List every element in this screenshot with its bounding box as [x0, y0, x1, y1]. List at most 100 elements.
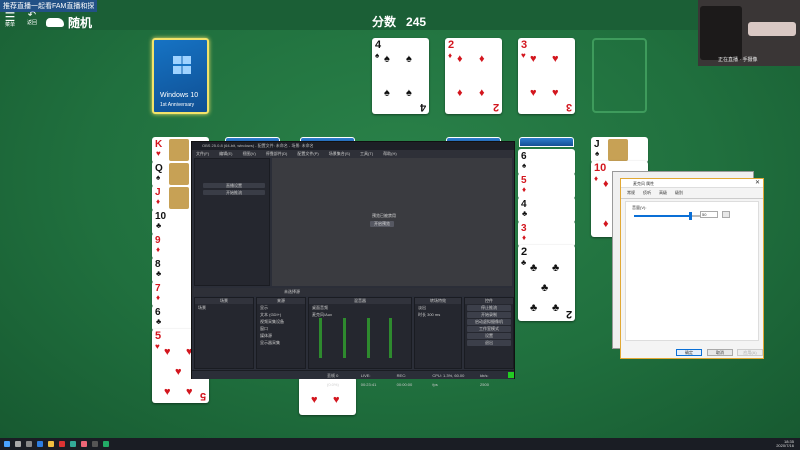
obs-dock-item[interactable]: 时长 300 ms: [415, 311, 461, 318]
obs-dock-item[interactable]: 窗口: [257, 325, 305, 332]
windows-start-icon[interactable]: [4, 441, 10, 447]
folder-icon[interactable]: [48, 441, 54, 447]
back-button[interactable]: ↶ 返回: [25, 11, 39, 27]
dialog-tab[interactable]: 高级: [659, 190, 667, 196]
audio-meter: [367, 318, 370, 358]
obs-icon[interactable]: [92, 441, 98, 447]
apply-button[interactable]: 应用(A): [737, 349, 763, 356]
dialog-tab[interactable]: 级别: [675, 190, 683, 196]
obs-dock-item[interactable]: 工作室模式: [467, 326, 511, 332]
foundation-card[interactable]: 2 ♦ 2 ♦ ♦ ♦ ♦: [445, 38, 502, 114]
obs-menu-item[interactable]: 配置文件(P): [297, 150, 318, 158]
close-icon[interactable]: ✕: [755, 179, 760, 188]
obs-dock-item[interactable]: 显示: [257, 304, 305, 311]
enable-preview-button[interactable]: 开启预览: [370, 221, 394, 227]
card-pip: ♦: [457, 87, 463, 99]
obs-dock: 混音器 桌面音频 麦克风/Aux: [308, 297, 412, 369]
tableau-card[interactable]: 2 ♣ 2 ♣ ♣ ♣ ♣ ♣: [518, 245, 575, 321]
preview-disabled-text: 预览已被禁用: [372, 213, 396, 218]
face-card-portrait: [608, 139, 628, 161]
obs-dock-item[interactable]: 麦克风/Aux: [309, 311, 411, 318]
ok-button[interactable]: 确定: [676, 349, 702, 356]
menu-button[interactable]: ☰ 菜单: [3, 11, 17, 28]
obs-status-item: kb/s: 2500: [480, 373, 489, 387]
card-suit-icon: ♦: [156, 293, 161, 302]
obs-dock-item[interactable]: 退出: [467, 340, 511, 346]
card-suit-icon: ♣: [156, 221, 162, 230]
obs-dock: 来源 显示 文本 (GDI+) 视频采集设备 窗口 媒体源 显示器采集: [256, 297, 306, 369]
foundation-card[interactable]: 3 ♥ 3 ♥ ♥ ♥ ♥: [518, 38, 575, 114]
obs-menu-item[interactable]: 编辑(E): [219, 150, 232, 158]
mic-properties-dialog[interactable]: 麦克风 属性 ✕ 常规 侦听 高级 级别 音量(V): 50 确定 取消 应用(A): [620, 178, 764, 359]
camera-icon: [700, 6, 742, 60]
obs-dock-item[interactable]: 场景: [195, 304, 253, 311]
obs-dock-item[interactable]: 开始录制: [467, 312, 511, 318]
keyboard-image: [748, 22, 796, 36]
webcam-feed: 正在直播 · 手摄像: [698, 0, 800, 66]
audio-meter: [389, 318, 392, 358]
edge-icon[interactable]: [37, 441, 43, 447]
obs-menu-item[interactable]: 帮助(H): [383, 150, 397, 158]
obs-status-item: REC: 00:00:00: [396, 373, 413, 387]
obs-menu-item[interactable]: 工具(T): [360, 150, 373, 158]
foundation-card[interactable]: 4 ♠ 4 ♠ ♠ ♠ ♠: [372, 38, 429, 114]
task-view-icon[interactable]: [26, 441, 32, 447]
obs-dock-item[interactable]: 桌面音频: [309, 304, 411, 311]
app-icon[interactable]: [81, 441, 87, 447]
obs-panel-button[interactable]: 开始推流: [203, 190, 265, 195]
card-pip: ♥: [530, 53, 537, 65]
card-pip: ♣: [552, 302, 560, 314]
audio-meter: [343, 318, 346, 358]
face-card-portrait: [169, 139, 189, 161]
card-suit-icon: ♥: [521, 51, 526, 60]
obs-status-item: LIVE: 00:23:41: [360, 373, 377, 387]
obs-menu-item[interactable]: 停靠部件(D): [266, 150, 288, 158]
card-pip: ♠: [406, 87, 412, 99]
card-suit-icon: ♦: [594, 174, 599, 183]
obs-dock-item[interactable]: 媒体源: [257, 332, 305, 339]
obs-dock-item[interactable]: 显示器采集: [257, 339, 305, 346]
windows-logo-icon: [173, 56, 191, 74]
stock-line2: 1st Anniversary: [160, 102, 195, 108]
dialog-tab[interactable]: 侦听: [643, 190, 651, 196]
dialog-tab[interactable]: 常规: [627, 190, 635, 196]
app-icon[interactable]: [59, 441, 65, 447]
volume-input[interactable]: 50: [700, 211, 718, 218]
stock-pile[interactable]: Windows 10 1st Anniversary: [152, 38, 209, 114]
obs-panel-button[interactable]: 直播设置: [203, 183, 265, 188]
card-suit-icon: ♥: [156, 149, 161, 158]
obs-menu-item[interactable]: 视图(V): [242, 150, 255, 158]
tableau-card[interactable]: 4 ♣: [518, 197, 575, 223]
obs-dock-item[interactable]: 设置: [467, 333, 511, 339]
obs-menu-item[interactable]: 场景集合(S): [329, 150, 350, 158]
app-icon[interactable]: [70, 441, 76, 447]
card-rank: 3: [565, 101, 572, 113]
empty-foundation-slot[interactable]: [592, 38, 647, 113]
card-suit-icon: ♥: [155, 342, 160, 351]
card-pip: ♥: [552, 87, 559, 99]
cancel-button[interactable]: 取消: [707, 349, 733, 356]
card-pip: ♥: [530, 87, 537, 99]
speaker-icon[interactable]: [722, 211, 730, 218]
obs-status-bar: 丢帧 0 (0.0%) LIVE: 00:23:41 REC: 00:00:00 CP…: [192, 370, 514, 387]
obs-menu-item[interactable]: 文件(F): [196, 150, 209, 158]
tableau-card[interactable]: J ♠: [591, 137, 648, 163]
tableau-card[interactable]: 6 ♠: [518, 149, 575, 175]
tableau-card[interactable]: 3 ♦: [518, 221, 575, 247]
volume-slider-fill[interactable]: [634, 215, 691, 217]
search-icon[interactable]: [15, 441, 21, 447]
card-pip: ♥: [164, 386, 171, 398]
volume-slider-thumb[interactable]: [689, 212, 692, 220]
solitaire-icon[interactable]: [103, 441, 109, 447]
obs-dock-item[interactable]: 启动虚拟摄像机: [467, 319, 511, 325]
obs-dock-item[interactable]: 文本 (GDI+): [257, 311, 305, 318]
obs-dock-item[interactable]: 停止推流: [467, 305, 511, 311]
tableau-card[interactable]: 5 ♦: [518, 173, 575, 199]
obs-dock-item[interactable]: 视频采集设备: [257, 318, 305, 325]
face-down-card[interactable]: [519, 137, 574, 147]
obs-window[interactable]: OBS 25.0.8 (64-bit, windows) - 配置文件: 未命名…: [191, 141, 515, 387]
face-card-portrait: [169, 187, 189, 209]
card-pip: ♥: [175, 366, 182, 378]
clock: 18:35 2020/7/16: [776, 439, 794, 448]
obs-dock-item[interactable]: 淡出: [415, 304, 461, 311]
